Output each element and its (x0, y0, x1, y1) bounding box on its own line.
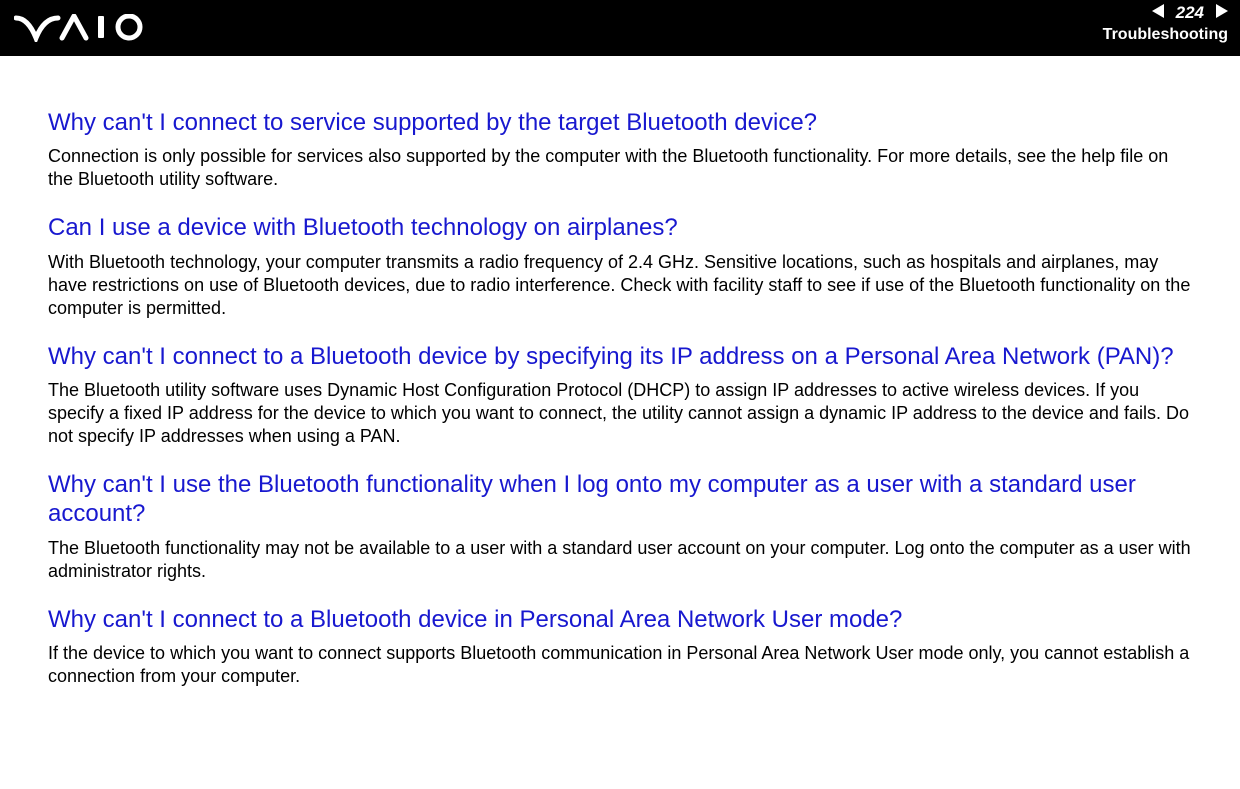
next-page-arrow-icon[interactable] (1210, 4, 1228, 23)
faq-answer: If the device to which you want to conne… (48, 642, 1192, 688)
page-number: 224 (1176, 3, 1204, 23)
vaio-logo (14, 14, 154, 42)
faq-question: Why can't I use the Bluetooth functional… (48, 470, 1192, 529)
faq-answer: Connection is only possible for services… (48, 145, 1192, 191)
faq-answer: With Bluetooth technology, your computer… (48, 251, 1192, 320)
faq-item: Why can't I connect to service supported… (48, 108, 1192, 191)
faq-answer: The Bluetooth utility software uses Dyna… (48, 379, 1192, 448)
faq-answer: The Bluetooth functionality may not be a… (48, 537, 1192, 583)
faq-question: Why can't I connect to a Bluetooth devic… (48, 605, 1192, 634)
faq-question: Can I use a device with Bluetooth techno… (48, 213, 1192, 242)
faq-question: Why can't I connect to a Bluetooth devic… (48, 342, 1192, 371)
faq-item: Why can't I use the Bluetooth functional… (48, 470, 1192, 583)
document-body: Why can't I connect to service supported… (0, 56, 1240, 730)
header-nav: 224 Troubleshooting (1103, 2, 1228, 44)
faq-question: Why can't I connect to service supported… (48, 108, 1192, 137)
faq-item: Why can't I connect to a Bluetooth devic… (48, 605, 1192, 688)
section-title: Troubleshooting (1103, 26, 1228, 44)
page-header: 224 Troubleshooting (0, 0, 1240, 56)
faq-item: Can I use a device with Bluetooth techno… (48, 213, 1192, 319)
prev-page-arrow-icon[interactable] (1152, 4, 1170, 23)
faq-item: Why can't I connect to a Bluetooth devic… (48, 342, 1192, 448)
